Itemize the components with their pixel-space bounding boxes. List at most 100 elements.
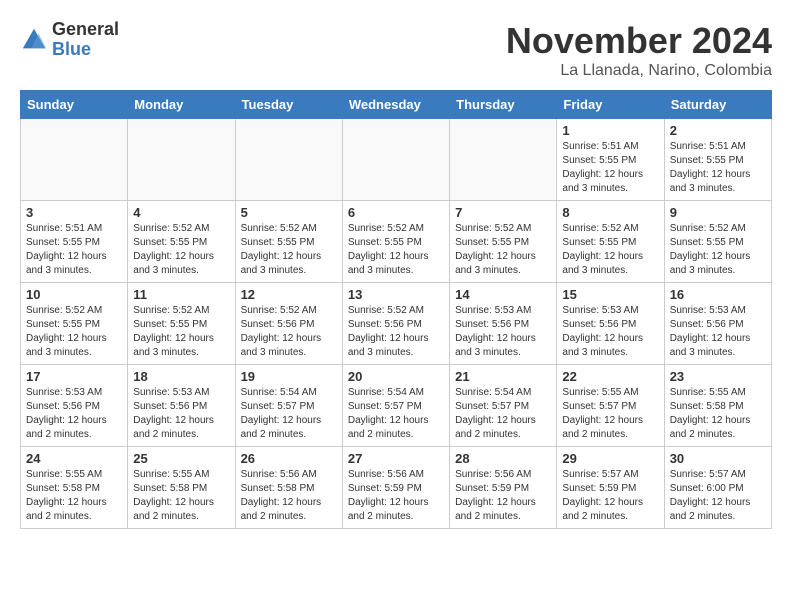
day-info: Sunrise: 5:54 AM Sunset: 5:57 PM Dayligh… [455, 386, 551, 442]
calendar-cell: 27 Sunrise: 5:56 AM Sunset: 5:59 PM Dayli… [342, 447, 449, 529]
calendar-cell: 28 Sunrise: 5:56 AM Sunset: 5:59 PM Dayli… [450, 447, 557, 529]
weekday-header-friday: Friday [557, 91, 664, 119]
calendar-cell: 8 Sunrise: 5:52 AM Sunset: 5:55 PM Daylig… [557, 201, 664, 283]
calendar-cell [342, 119, 449, 201]
day-info: Sunrise: 5:53 AM Sunset: 5:56 PM Dayligh… [26, 386, 122, 442]
day-info: Sunrise: 5:52 AM Sunset: 5:55 PM Dayligh… [241, 222, 337, 278]
calendar-cell [128, 119, 235, 201]
week-row-1: 3 Sunrise: 5:51 AM Sunset: 5:55 PM Daylig… [21, 201, 772, 283]
day-info: Sunrise: 5:54 AM Sunset: 5:57 PM Dayligh… [241, 386, 337, 442]
calendar-cell: 1 Sunrise: 5:51 AM Sunset: 5:55 PM Daylig… [557, 119, 664, 201]
day-number: 21 [455, 369, 551, 384]
calendar-cell: 9 Sunrise: 5:52 AM Sunset: 5:55 PM Daylig… [664, 201, 771, 283]
day-number: 12 [241, 287, 337, 302]
calendar-cell: 22 Sunrise: 5:55 AM Sunset: 5:57 PM Dayli… [557, 365, 664, 447]
weekday-header-tuesday: Tuesday [235, 91, 342, 119]
calendar-cell: 3 Sunrise: 5:51 AM Sunset: 5:55 PM Daylig… [21, 201, 128, 283]
day-info: Sunrise: 5:52 AM Sunset: 5:56 PM Dayligh… [348, 304, 444, 360]
calendar-cell: 4Sunrise: 5:52 AM Sunset: 5:55 PM Daylig… [128, 201, 235, 283]
calendar-cell: 16 Sunrise: 5:53 AM Sunset: 5:56 PM Dayli… [664, 283, 771, 365]
weekday-header-monday: Monday [128, 91, 235, 119]
day-info: Sunrise: 5:56 AM Sunset: 5:58 PM Dayligh… [241, 468, 337, 524]
day-info: Sunrise: 5:53 AM Sunset: 5:56 PM Dayligh… [670, 304, 766, 360]
calendar-cell: 2 Sunrise: 5:51 AM Sunset: 5:55 PM Daylig… [664, 119, 771, 201]
logo-blue-text: Blue [52, 40, 119, 60]
calendar-cell: 24 Sunrise: 5:55 AM Sunset: 5:58 PM Dayli… [21, 447, 128, 529]
calendar-cell: 15 Sunrise: 5:53 AM Sunset: 5:56 PM Dayli… [557, 283, 664, 365]
calendar-cell: 25Sunrise: 5:55 AM Sunset: 5:58 PM Dayli… [128, 447, 235, 529]
calendar-cell: 18 Sunrise: 5:53 AM Sunset: 5:56 PM Dayli… [128, 365, 235, 447]
day-number: 6 [348, 205, 444, 220]
day-number: 23 [670, 369, 766, 384]
day-info: Sunrise: 5:55 AM Sunset: 5:57 PM Dayligh… [562, 386, 658, 442]
day-info: Sunrise: 5:51 AM Sunset: 5:55 PM Dayligh… [26, 222, 122, 278]
day-number: 9 [670, 205, 766, 220]
day-info: Sunrise: 5:51 AM Sunset: 5:55 PM Dayligh… [670, 140, 766, 196]
weekday-header-sunday: Sunday [21, 91, 128, 119]
day-info: Sunrise: 5:52 AM Sunset: 5:55 PM Dayligh… [26, 304, 122, 360]
week-row-2: 10 Sunrise: 5:52 AM Sunset: 5:55 PM Dayli… [21, 283, 772, 365]
calendar-cell: 11Sunrise: 5:52 AM Sunset: 5:55 PM Dayli… [128, 283, 235, 365]
week-row-3: 17Sunrise: 5:53 AM Sunset: 5:56 PM Dayli… [21, 365, 772, 447]
week-row-0: 1 Sunrise: 5:51 AM Sunset: 5:55 PM Daylig… [21, 119, 772, 201]
day-info: Sunrise: 5:56 AM Sunset: 5:59 PM Dayligh… [348, 468, 444, 524]
day-number: 3 [26, 205, 122, 220]
day-info: Sunrise: 5:53 AM Sunset: 5:56 PM Dayligh… [455, 304, 551, 360]
day-number: 11 [133, 287, 229, 302]
day-number: 25 [133, 451, 229, 466]
calendar-cell: 23Sunrise: 5:55 AM Sunset: 5:58 PM Dayli… [664, 365, 771, 447]
day-info: Sunrise: 5:52 AM Sunset: 5:56 PM Dayligh… [241, 304, 337, 360]
day-info: Sunrise: 5:57 AM Sunset: 5:59 PM Dayligh… [562, 468, 658, 524]
day-number: 22 [562, 369, 658, 384]
day-info: Sunrise: 5:55 AM Sunset: 5:58 PM Dayligh… [26, 468, 122, 524]
day-info: Sunrise: 5:52 AM Sunset: 5:55 PM Dayligh… [562, 222, 658, 278]
day-number: 24 [26, 451, 122, 466]
day-number: 2 [670, 123, 766, 138]
day-number: 5 [241, 205, 337, 220]
logo-icon [20, 26, 48, 54]
day-info: Sunrise: 5:53 AM Sunset: 5:56 PM Dayligh… [133, 386, 229, 442]
day-number: 29 [562, 451, 658, 466]
day-number: 15 [562, 287, 658, 302]
calendar-cell: 30Sunrise: 5:57 AM Sunset: 6:00 PM Dayli… [664, 447, 771, 529]
day-number: 16 [670, 287, 766, 302]
title-area: November 2024 La Llanada, Narino, Colomb… [506, 20, 772, 80]
day-number: 28 [455, 451, 551, 466]
weekday-header-wednesday: Wednesday [342, 91, 449, 119]
logo-general-text: General [52, 20, 119, 40]
day-number: 8 [562, 205, 658, 220]
calendar-cell: 26 Sunrise: 5:56 AM Sunset: 5:58 PM Dayli… [235, 447, 342, 529]
calendar-cell: 20Sunrise: 5:54 AM Sunset: 5:57 PM Dayli… [342, 365, 449, 447]
day-number: 26 [241, 451, 337, 466]
weekday-header-thursday: Thursday [450, 91, 557, 119]
day-info: Sunrise: 5:51 AM Sunset: 5:55 PM Dayligh… [562, 140, 658, 196]
day-number: 10 [26, 287, 122, 302]
month-title: November 2024 [506, 20, 772, 62]
day-info: Sunrise: 5:54 AM Sunset: 5:57 PM Dayligh… [348, 386, 444, 442]
header: General Blue November 2024 La Llanada, N… [20, 20, 772, 80]
calendar-cell: 7Sunrise: 5:52 AM Sunset: 5:55 PM Daylig… [450, 201, 557, 283]
calendar-cell: 21 Sunrise: 5:54 AM Sunset: 5:57 PM Dayli… [450, 365, 557, 447]
calendar-cell: 5 Sunrise: 5:52 AM Sunset: 5:55 PM Daylig… [235, 201, 342, 283]
calendar-cell: 13 Sunrise: 5:52 AM Sunset: 5:56 PM Dayli… [342, 283, 449, 365]
location: La Llanada, Narino, Colombia [506, 62, 772, 80]
calendar-cell: 6 Sunrise: 5:52 AM Sunset: 5:55 PM Daylig… [342, 201, 449, 283]
day-number: 4 [133, 205, 229, 220]
day-info: Sunrise: 5:56 AM Sunset: 5:59 PM Dayligh… [455, 468, 551, 524]
calendar-cell [235, 119, 342, 201]
calendar-cell: 14Sunrise: 5:53 AM Sunset: 5:56 PM Dayli… [450, 283, 557, 365]
day-info: Sunrise: 5:52 AM Sunset: 5:55 PM Dayligh… [348, 222, 444, 278]
weekday-header-saturday: Saturday [664, 91, 771, 119]
day-number: 18 [133, 369, 229, 384]
logo: General Blue [20, 20, 119, 60]
day-info: Sunrise: 5:52 AM Sunset: 5:55 PM Dayligh… [670, 222, 766, 278]
day-info: Sunrise: 5:57 AM Sunset: 6:00 PM Dayligh… [670, 468, 766, 524]
day-number: 19 [241, 369, 337, 384]
day-number: 27 [348, 451, 444, 466]
day-number: 13 [348, 287, 444, 302]
weekday-header-row: SundayMondayTuesdayWednesdayThursdayFrid… [21, 91, 772, 119]
calendar-cell: 29 Sunrise: 5:57 AM Sunset: 5:59 PM Dayli… [557, 447, 664, 529]
day-number: 1 [562, 123, 658, 138]
week-row-4: 24 Sunrise: 5:55 AM Sunset: 5:58 PM Dayli… [21, 447, 772, 529]
day-info: Sunrise: 5:53 AM Sunset: 5:56 PM Dayligh… [562, 304, 658, 360]
